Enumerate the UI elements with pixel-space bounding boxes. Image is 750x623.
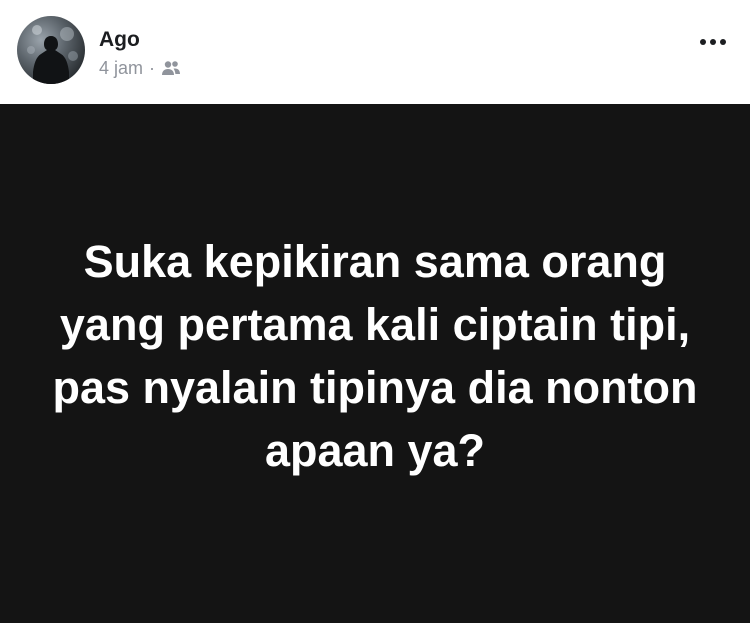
more-options-button[interactable]: [696, 30, 730, 54]
author-name[interactable]: Ago: [99, 26, 140, 54]
avatar-silhouette-icon: [27, 25, 78, 84]
post-header: Ago 4 jam ·: [0, 0, 750, 104]
more-options-icon: [700, 39, 726, 45]
post-timestamp[interactable]: 4 jam: [99, 58, 143, 79]
friends-icon[interactable]: [161, 60, 181, 76]
meta-separator: ·: [149, 57, 156, 78]
status-text: Suka kepikiran sama orang yang pertama k…: [52, 235, 698, 476]
post-meta: 4 jam ·: [99, 56, 181, 80]
status-background-card: Suka kepikiran sama orang yang pertama k…: [0, 104, 750, 623]
facebook-post: Ago 4 jam · Suka kepikiran sama orang ya…: [0, 0, 750, 623]
avatar[interactable]: [17, 16, 85, 84]
